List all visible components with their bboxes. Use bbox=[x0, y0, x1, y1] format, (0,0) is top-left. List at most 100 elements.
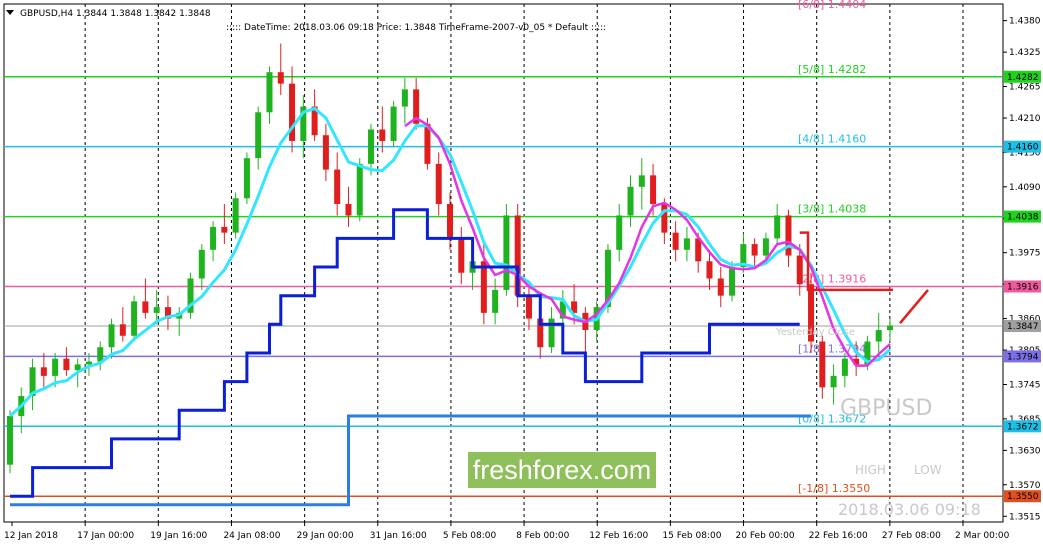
candle-body bbox=[232, 198, 239, 233]
date-watermark: 2018.03.06 09:18 bbox=[838, 500, 981, 519]
level-label: [3/8] 1.4038 bbox=[798, 203, 866, 216]
candle-body bbox=[492, 289, 499, 313]
candle-body bbox=[785, 215, 792, 256]
level-label: [5/8] 1.4282 bbox=[798, 63, 866, 76]
y-tick-label: 1.4090 bbox=[1009, 183, 1041, 193]
price-badge-label: 1.3550 bbox=[1007, 492, 1039, 502]
candle-body bbox=[447, 203, 453, 239]
x-tick-label: 31 Jan 16:00 bbox=[370, 531, 427, 541]
price-badge-label: 1.3672 bbox=[1007, 422, 1039, 432]
candle-body bbox=[401, 89, 408, 107]
candle-body bbox=[322, 135, 329, 170]
candle-body bbox=[638, 175, 645, 187]
candle-body bbox=[345, 203, 352, 216]
candle-body bbox=[334, 169, 341, 204]
x-tick-label: 20 Feb 00:00 bbox=[736, 531, 795, 541]
candle-body bbox=[435, 163, 442, 204]
x-tick-label: 2 Mar 00:00 bbox=[955, 531, 1010, 541]
price-badge-label: 1.4160 bbox=[1007, 143, 1039, 153]
x-tick-label: 5 Feb 08:00 bbox=[443, 531, 497, 541]
candle-body bbox=[774, 215, 781, 239]
candle-body bbox=[63, 358, 70, 371]
candle-body bbox=[616, 215, 623, 250]
candle-body bbox=[717, 278, 724, 296]
candle-body bbox=[266, 72, 273, 113]
candle-body bbox=[650, 175, 657, 204]
price-badge-label: 1.4038 bbox=[1007, 213, 1039, 223]
red-trend-arrow bbox=[899, 289, 929, 324]
x-tick-label: 24 Jan 08:00 bbox=[223, 531, 280, 541]
candle-body bbox=[627, 186, 634, 216]
chart-window: 12 Jan 2018 17 Jan 00:00 19 Jan 16:00 24 Ja… bbox=[0, 0, 1043, 548]
price-badge-label: 1.3916 bbox=[1007, 282, 1039, 292]
symbol-info-line: GBPUSD,H4 1.3844 1.3848 1.3842 1.3848 bbox=[20, 9, 211, 19]
x-tick-label: 27 Feb 08:00 bbox=[882, 531, 941, 541]
candle-body bbox=[875, 330, 882, 342]
price-badge-label: 1.3794 bbox=[1007, 352, 1039, 362]
candle-body bbox=[762, 238, 769, 256]
indicator-info-line: ::::: DateTime: 2018.03.06 09:18 Price: … bbox=[226, 23, 606, 33]
candle-body bbox=[525, 295, 532, 319]
candle-body bbox=[97, 347, 104, 362]
x-tick-label: 8 Feb 00:00 bbox=[516, 531, 570, 541]
y-tick-label: 1.3630 bbox=[1009, 446, 1041, 456]
candle-body bbox=[108, 324, 115, 348]
y-tick-label: 1.3745 bbox=[1009, 380, 1041, 390]
candle-body bbox=[661, 203, 668, 233]
level-label: [-1/8] 1.3550 bbox=[798, 482, 870, 495]
x-tick-label: 15 Feb 08:00 bbox=[662, 531, 721, 541]
candle-body bbox=[379, 129, 386, 141]
candle-body bbox=[706, 261, 713, 279]
yesterday-close-label: Yesterday Close bbox=[776, 327, 855, 338]
y-tick-label: 1.4380 bbox=[1009, 17, 1041, 27]
candle-body bbox=[368, 129, 375, 164]
x-tick-label: 12 Jan 2018 bbox=[4, 531, 58, 541]
y-tick-label: 1.3515 bbox=[1009, 512, 1041, 522]
candle-body bbox=[503, 215, 510, 290]
candle-body bbox=[830, 375, 837, 388]
freshforex-watermark: freshforex.com bbox=[468, 452, 656, 488]
candle-body bbox=[85, 361, 92, 365]
y-tick-label: 1.4210 bbox=[1009, 114, 1041, 124]
low-label: LOW bbox=[914, 463, 942, 477]
current-price-badge-label: 1.3847 bbox=[1007, 322, 1039, 332]
cyan-moving-average bbox=[9, 106, 892, 418]
candle-body bbox=[142, 301, 149, 313]
candle-body bbox=[683, 238, 690, 250]
candle-body bbox=[153, 307, 160, 313]
x-tick-label: 22 Feb 16:00 bbox=[809, 531, 868, 541]
candle-body bbox=[198, 249, 205, 279]
x-tick-label: 12 Feb 16:00 bbox=[589, 531, 648, 541]
x-tick-label: 19 Jan 16:00 bbox=[150, 531, 207, 541]
candle-body bbox=[458, 238, 465, 273]
navy-step-line bbox=[10, 208, 800, 498]
candle-body bbox=[841, 358, 848, 376]
chart-menu-arrow-icon bbox=[6, 10, 14, 15]
candle-body bbox=[131, 301, 138, 336]
top-level-label: [6/8] 1.4404 bbox=[798, 0, 866, 11]
price-badge-label: 1.4282 bbox=[1007, 73, 1039, 83]
high-label: HIGH bbox=[855, 463, 886, 477]
y-tick-label: 1.3975 bbox=[1009, 249, 1041, 259]
candle-body bbox=[796, 255, 803, 285]
y-tick-label: 1.4265 bbox=[1009, 83, 1041, 93]
candle-body bbox=[480, 261, 487, 313]
blue-step-line bbox=[10, 414, 811, 507]
candle-body bbox=[52, 358, 59, 376]
symbol-watermark: GBPUSD bbox=[840, 396, 933, 421]
candle-body bbox=[356, 163, 363, 216]
candle-body bbox=[255, 112, 262, 159]
candle-body bbox=[277, 72, 284, 84]
x-tick-label: 29 Jan 00:00 bbox=[297, 531, 354, 541]
y-tick-label: 1.4325 bbox=[1009, 48, 1041, 58]
y-tick-label: 1.3570 bbox=[1009, 481, 1041, 491]
candle-body bbox=[221, 226, 228, 233]
candle-body bbox=[729, 267, 736, 296]
candle-body bbox=[40, 367, 47, 376]
candle-body bbox=[7, 415, 13, 465]
candle-body bbox=[751, 244, 758, 256]
candle-body bbox=[119, 324, 126, 336]
candle-body bbox=[819, 341, 826, 388]
level-label: [4/8] 1.4160 bbox=[798, 133, 866, 146]
candle-body bbox=[243, 158, 250, 199]
